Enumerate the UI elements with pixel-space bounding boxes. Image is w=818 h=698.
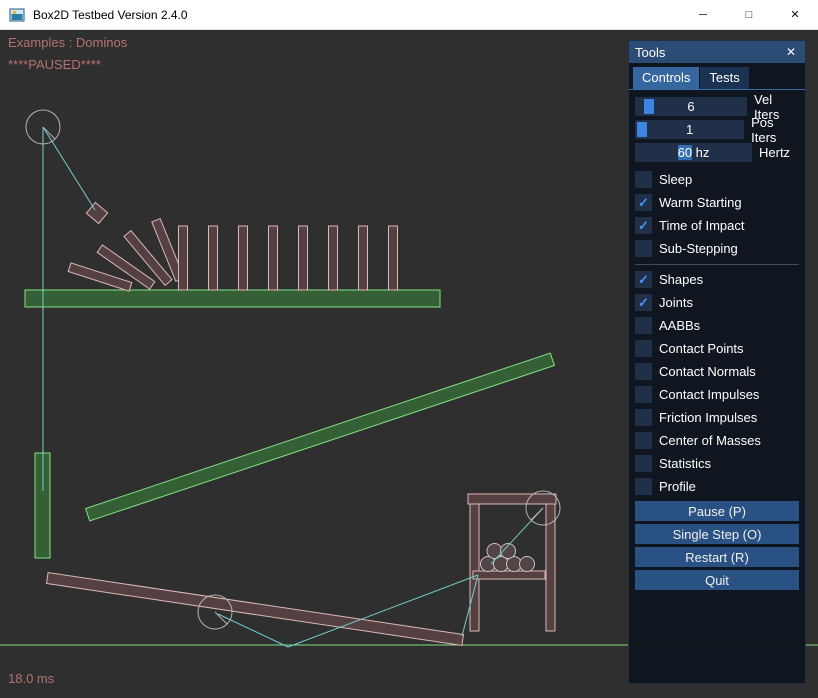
button-group: Pause (P) Single Step (O) Restart (R) Qu… — [635, 501, 799, 590]
checkbox-row[interactable]: Contact Points — [635, 337, 799, 360]
tilted-plank — [46, 573, 463, 646]
minimize-button[interactable]: ─ — [680, 0, 726, 30]
action-button[interactable]: Quit — [635, 570, 799, 590]
checkbox[interactable] — [635, 409, 652, 426]
checkbox-label: Contact Points — [659, 341, 744, 356]
action-button[interactable]: Pause (P) — [635, 501, 799, 521]
window-controls: ─ □ ✕ — [680, 0, 818, 30]
checkbox[interactable] — [635, 363, 652, 380]
pos-iters-value: 1 — [635, 120, 744, 139]
hertz-selected-text: 60 — [678, 145, 692, 160]
action-button[interactable]: Single Step (O) — [635, 524, 799, 544]
solver-checkbox-group: Sleep Warm Starting Time of Impact — [635, 168, 799, 260]
pos-iters-row: 1 Pos Iters — [635, 118, 799, 141]
tools-panel: Tools ✕ Controls Tests 6 Vel Iters 1 Pos… — [628, 40, 806, 684]
hertz-label: Hertz — [759, 145, 790, 160]
checkbox-label: Center of Masses — [659, 433, 761, 448]
checkbox-label: Sleep — [659, 172, 692, 187]
checkbox-label: AABBs — [659, 318, 700, 333]
app-window: Box2D Testbed Version 2.4.0 ─ □ ✕ — [0, 0, 818, 698]
checkbox-row[interactable]: Friction Impulses — [635, 406, 799, 429]
checkbox-row[interactable]: Joints — [635, 291, 799, 314]
checkbox[interactable] — [635, 478, 652, 495]
checkbox-row[interactable]: Time of Impact — [635, 214, 799, 237]
checkbox[interactable] — [635, 317, 652, 334]
checkbox-row[interactable]: AABBs — [635, 314, 799, 337]
hanging-block — [86, 202, 107, 223]
dominoes-upright — [179, 226, 398, 290]
checkbox-label: Time of Impact — [659, 218, 744, 233]
checkbox-label: Statistics — [659, 456, 711, 471]
close-button[interactable]: ✕ — [772, 0, 818, 30]
pulley-circles — [26, 110, 560, 629]
titlebar: Box2D Testbed Version 2.4.0 ─ □ ✕ — [0, 0, 818, 30]
checkbox[interactable] — [635, 240, 652, 257]
ball-cluster — [481, 544, 535, 572]
window-title: Box2D Testbed Version 2.4.0 — [33, 8, 188, 22]
tab-controls[interactable]: Controls — [633, 67, 699, 89]
checkbox[interactable] — [635, 271, 652, 288]
tools-panel-title: Tools — [635, 45, 783, 60]
checkbox-row[interactable]: Contact Impulses — [635, 383, 799, 406]
dominoes-fallen — [68, 219, 184, 292]
paused-label: ****PAUSED**** — [8, 57, 101, 72]
checkbox-row[interactable]: Statistics — [635, 452, 799, 475]
checkbox[interactable] — [635, 386, 652, 403]
checkbox-label: Shapes — [659, 272, 703, 287]
tab-bar: Controls Tests — [629, 63, 805, 90]
panel-content: 6 Vel Iters 1 Pos Iters 60 hz Hertz — [629, 90, 805, 590]
checkbox-row[interactable]: Warm Starting — [635, 191, 799, 214]
checkbox-label: Warm Starting — [659, 195, 742, 210]
pos-iters-label: Pos Iters — [751, 115, 799, 145]
vel-iters-slider[interactable]: 6 — [635, 97, 747, 116]
checkbox[interactable] — [635, 432, 652, 449]
checkbox-row[interactable]: Center of Masses — [635, 429, 799, 452]
checkbox-row[interactable]: Contact Normals — [635, 360, 799, 383]
separator — [635, 264, 799, 265]
maximize-button[interactable]: □ — [726, 0, 772, 30]
checkbox[interactable] — [635, 217, 652, 234]
vel-iters-value: 6 — [635, 97, 747, 116]
checkbox-row[interactable]: Sub-Stepping — [635, 237, 799, 260]
checkbox-label: Joints — [659, 295, 693, 310]
tools-panel-titlebar[interactable]: Tools ✕ — [629, 41, 805, 63]
checkbox-label: Profile — [659, 479, 696, 494]
example-label: Examples : Dominos — [8, 35, 127, 50]
frame-time-label: 18.0 ms — [8, 671, 54, 686]
hertz-input[interactable]: 60 hz — [635, 143, 752, 162]
checkbox-label: Contact Impulses — [659, 387, 759, 402]
draw-checkbox-group: Shapes Joints AABBs Contact Poin — [635, 268, 799, 498]
panel-close-icon[interactable]: ✕ — [783, 45, 799, 59]
checkbox-row[interactable]: Sleep — [635, 168, 799, 191]
hertz-row: 60 hz Hertz — [635, 141, 799, 164]
checkbox[interactable] — [635, 294, 652, 311]
app-icon — [9, 7, 25, 23]
checkbox-label: Friction Impulses — [659, 410, 757, 425]
checkbox[interactable] — [635, 194, 652, 211]
checkbox[interactable] — [635, 340, 652, 357]
checkbox-row[interactable]: Profile — [635, 475, 799, 498]
checkbox-row[interactable]: Shapes — [635, 268, 799, 291]
tab-tests[interactable]: Tests — [700, 67, 748, 89]
hertz-value: 60 hz — [635, 143, 752, 162]
checkbox-label: Contact Normals — [659, 364, 756, 379]
checkbox-label: Sub-Stepping — [659, 241, 738, 256]
hertz-unit-text: hz — [692, 145, 709, 160]
checkbox[interactable] — [635, 171, 652, 188]
checkbox[interactable] — [635, 455, 652, 472]
pos-iters-slider[interactable]: 1 — [635, 120, 744, 139]
action-button[interactable]: Restart (R) — [635, 547, 799, 567]
